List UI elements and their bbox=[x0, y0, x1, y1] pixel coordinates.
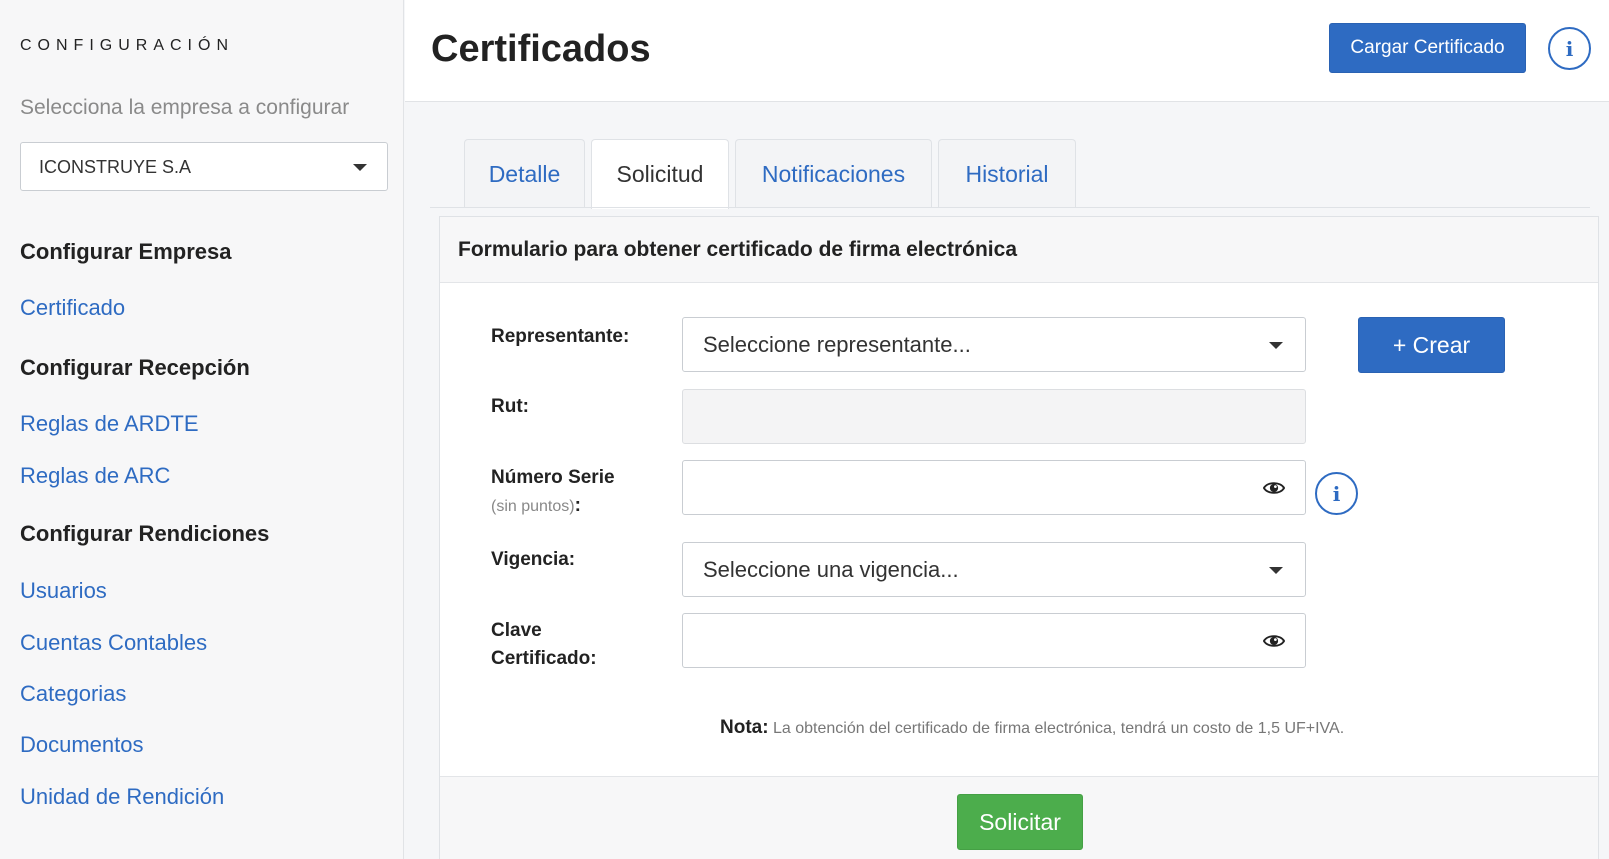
tabs-divider bbox=[430, 207, 1590, 208]
sidebar-item-unidad-rendicion[interactable]: Unidad de Rendición bbox=[20, 784, 224, 810]
clave-label-line2: Certificado: bbox=[491, 648, 597, 669]
representante-placeholder: Seleccione representante... bbox=[703, 332, 971, 357]
chevron-down-icon bbox=[1269, 342, 1283, 349]
tab-detalle[interactable]: Detalle bbox=[464, 139, 585, 208]
sidebar-item-cuentas-contables[interactable]: Cuentas Contables bbox=[20, 630, 207, 656]
chevron-down-icon bbox=[353, 164, 367, 171]
vigencia-placeholder: Seleccione una vigencia... bbox=[703, 557, 959, 582]
serie-input[interactable] bbox=[682, 460, 1306, 515]
serie-colon: : bbox=[574, 495, 581, 516]
eye-icon[interactable] bbox=[1263, 631, 1285, 651]
sidebar-item-reglas-ardte[interactable]: Reglas de ARDTE bbox=[20, 411, 199, 437]
rut-label: Rut: bbox=[491, 396, 529, 417]
sidebar-item-categorias[interactable]: Categorias bbox=[20, 681, 126, 707]
clave-input[interactable] bbox=[682, 613, 1306, 668]
info-icon[interactable]: i bbox=[1548, 27, 1591, 70]
section-configurar-empresa: Configurar Empresa bbox=[20, 239, 232, 264]
representante-label: Representante: bbox=[491, 326, 630, 347]
page-title: Certificados bbox=[431, 28, 651, 70]
sidebar: CONFIGURACIÓN Selecciona la empresa a co… bbox=[0, 0, 404, 859]
chevron-down-icon bbox=[1269, 567, 1283, 574]
rut-field bbox=[682, 389, 1306, 444]
sidebar-subtitle: Selecciona la empresa a configurar bbox=[20, 96, 350, 119]
eye-icon[interactable] bbox=[1263, 478, 1285, 498]
serie-hint: (sin puntos) bbox=[491, 498, 575, 515]
clave-label-line1: Clave bbox=[491, 620, 542, 641]
cost-note: Nota: La obtención del certificado de fi… bbox=[720, 717, 1344, 739]
sidebar-item-certificado[interactable]: Certificado bbox=[20, 295, 125, 321]
representante-select[interactable]: Seleccione representante... bbox=[682, 317, 1306, 372]
vigencia-select[interactable]: Seleccione una vigencia... bbox=[682, 542, 1306, 597]
page-header: Certificados Cargar Certificado i bbox=[405, 0, 1609, 102]
company-select-value: ICONSTRUYE S.A bbox=[39, 157, 192, 177]
form-title: Formulario para obtener certificado de f… bbox=[458, 238, 1017, 261]
sidebar-item-reglas-arc[interactable]: Reglas de ARC bbox=[20, 463, 170, 489]
card-footer: Solicitar bbox=[440, 776, 1598, 859]
crear-button[interactable]: + Crear bbox=[1358, 317, 1505, 373]
serie-label-text: Número Serie bbox=[491, 467, 615, 488]
note-text: La obtención del certificado de firma el… bbox=[773, 720, 1345, 737]
tab-historial[interactable]: Historial bbox=[938, 139, 1076, 208]
vigencia-label: Vigencia: bbox=[491, 549, 576, 570]
sidebar-item-usuarios[interactable]: Usuarios bbox=[20, 578, 107, 604]
tab-notificaciones[interactable]: Notificaciones bbox=[735, 139, 932, 208]
note-label: Nota: bbox=[720, 717, 769, 738]
cargar-certificado-button[interactable]: Cargar Certificado bbox=[1329, 23, 1526, 73]
form-card: Formulario para obtener certificado de f… bbox=[439, 216, 1599, 859]
company-select[interactable]: ICONSTRUYE S.A bbox=[20, 142, 388, 191]
section-configurar-rendiciones: Configurar Rendiciones bbox=[20, 521, 270, 546]
sidebar-item-documentos[interactable]: Documentos bbox=[20, 732, 144, 758]
solicitar-button[interactable]: Solicitar bbox=[957, 794, 1083, 850]
clave-label: Clave Certificado: bbox=[491, 617, 597, 673]
serie-info-icon[interactable]: i bbox=[1315, 472, 1358, 515]
card-header: Formulario para obtener certificado de f… bbox=[440, 217, 1598, 283]
section-configurar-recepcion: Configurar Recepción bbox=[20, 355, 250, 380]
sidebar-heading: CONFIGURACIÓN bbox=[20, 37, 234, 54]
tab-solicitud[interactable]: Solicitud bbox=[591, 139, 729, 209]
serie-label: Número Serie (sin puntos): bbox=[491, 464, 615, 521]
